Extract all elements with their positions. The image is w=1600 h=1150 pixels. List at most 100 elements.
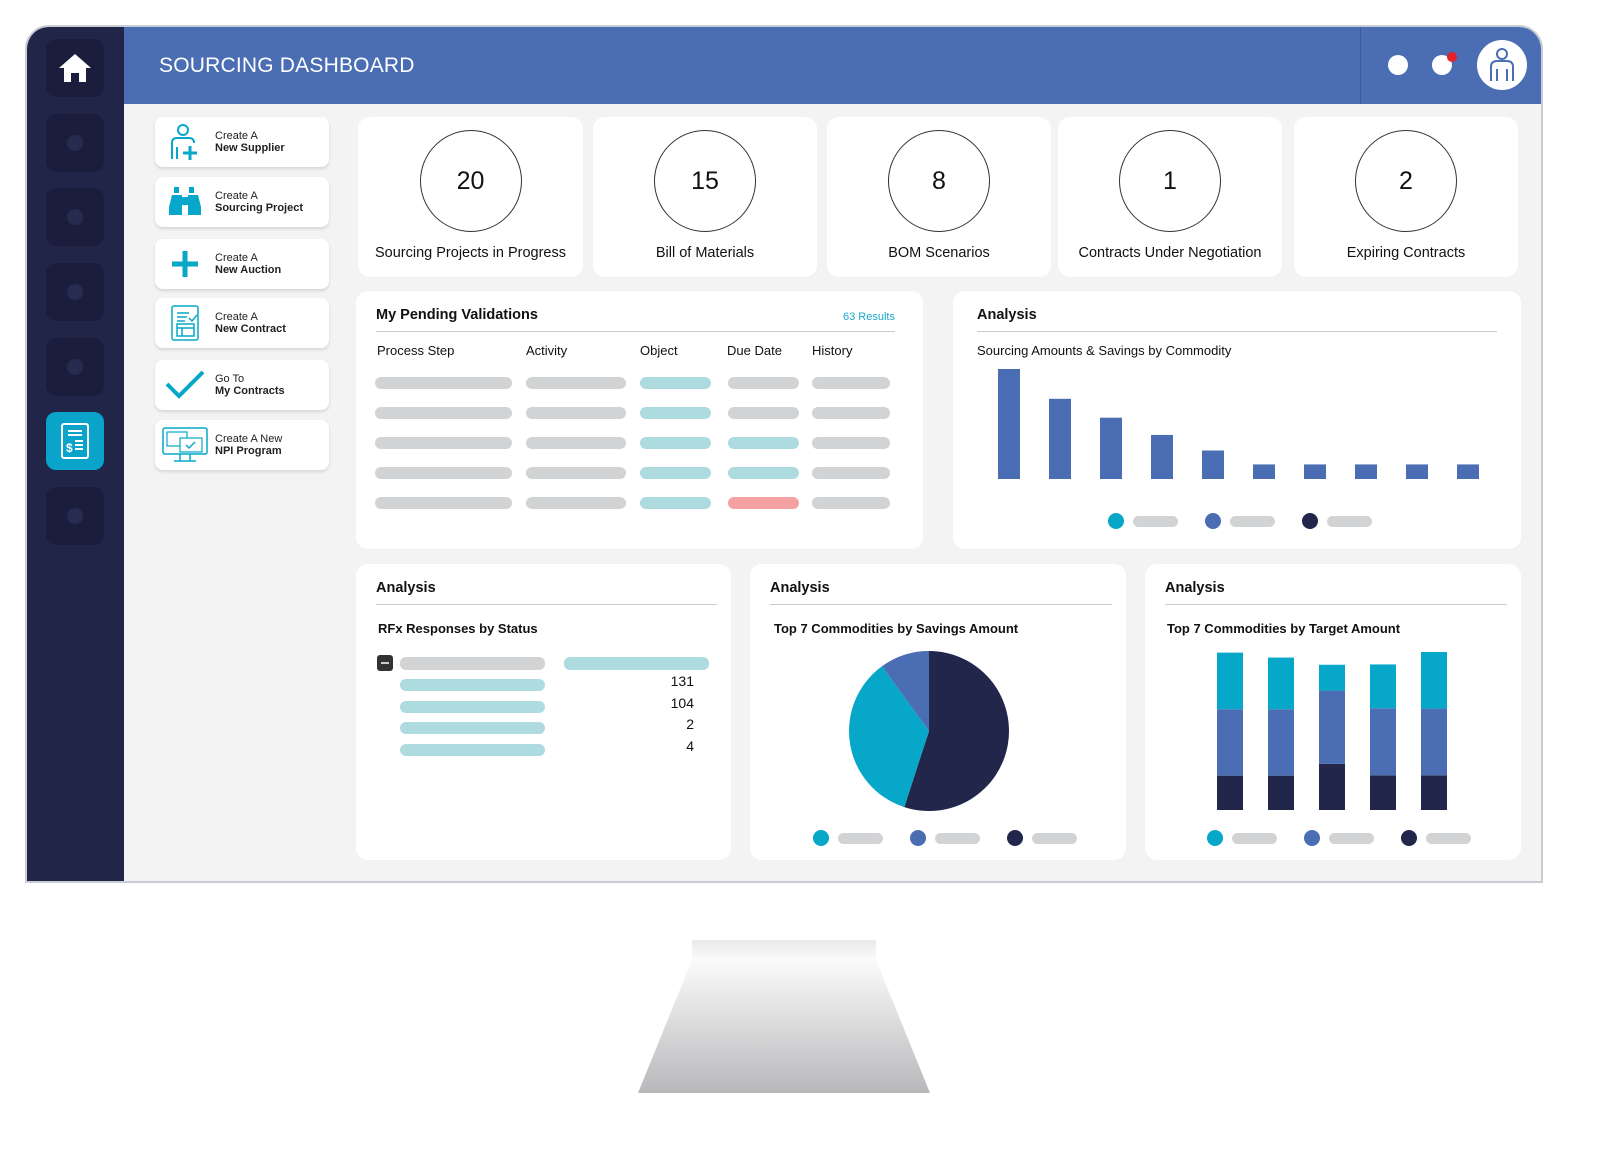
card-title: My Pending Validations [376,307,538,323]
kpi-sourcing-projects[interactable]: 20 Sourcing Projects in Progress [358,117,583,277]
bar[interactable] [1355,464,1377,479]
bar[interactable] [998,369,1020,479]
validation-cell[interactable] [728,467,799,479]
stacked-bar-segment[interactable] [1217,775,1243,810]
validation-cell[interactable] [640,467,711,479]
user-icon [1490,48,1514,81]
validation-cell[interactable] [640,377,711,389]
stacked-bar-segment[interactable] [1268,709,1294,776]
chart-title: Sourcing Amounts & Savings by Commodity [977,343,1232,358]
bar[interactable] [1304,464,1326,479]
column-header[interactable]: Activity [526,343,567,358]
column-header[interactable]: Due Date [727,343,782,358]
kpi-label: Sourcing Projects in Progress [375,245,566,261]
kpi-label: Expiring Contracts [1346,245,1466,261]
validation-cell[interactable] [526,407,626,419]
bar[interactable] [1457,464,1479,479]
stacked-bar-segment[interactable] [1319,763,1345,810]
qa-line2: My Contracts [215,385,285,397]
validation-cell[interactable] [728,377,799,389]
validation-cell[interactable] [812,377,890,389]
validation-cell[interactable] [812,437,890,449]
validation-cell[interactable] [640,407,711,419]
sidebar: $ [27,27,124,881]
validation-cell[interactable] [526,497,626,509]
stacked-bar-segment[interactable] [1370,708,1396,776]
bar[interactable] [1406,464,1428,479]
stacked-bar-segment[interactable] [1421,652,1447,709]
sidebar-item-5[interactable] [46,338,104,396]
create-sourcing-project-button[interactable]: Create A Sourcing Project [155,177,329,227]
validation-cell[interactable] [728,497,799,509]
validation-cell[interactable] [526,377,626,389]
stacked-bar-segment[interactable] [1217,709,1243,776]
card-title: Analysis [770,580,830,596]
stacked-bar-segment[interactable] [1268,775,1294,810]
validation-cell[interactable] [812,497,890,509]
sidebar-item-7[interactable] [46,487,104,545]
validation-cell[interactable] [526,437,626,449]
validation-cell[interactable] [526,467,626,479]
target-amount-card: Analysis Top 7 Commodities by Target Amo… [1145,564,1521,860]
user-avatar[interactable] [1477,40,1527,90]
qa-line1: Create A [215,130,258,142]
card-title: Analysis [977,307,1037,323]
validation-cell[interactable] [728,437,799,449]
header-action-icon[interactable] [1388,55,1408,75]
collapse-toggle[interactable] [377,655,393,671]
sidebar-item-3[interactable] [46,188,104,246]
validation-cell[interactable] [375,497,512,509]
kpi-expiring-contracts[interactable]: 2 Expiring Contracts [1294,117,1518,277]
validation-cell[interactable] [375,437,512,449]
results-count-link[interactable]: 63 Results [843,311,895,323]
bar[interactable] [1049,398,1071,479]
kpi-bill-of-materials[interactable]: 15 Bill of Materials [593,117,817,277]
bar[interactable] [1151,434,1173,479]
validation-cell[interactable] [640,437,711,449]
stacked-bar-segment[interactable] [1421,708,1447,776]
bar[interactable] [1202,450,1224,479]
kpi-label: Bill of Materials [655,245,755,261]
qa-line1: Create A [215,190,258,202]
validation-cell[interactable] [812,407,890,419]
column-header[interactable]: Object [640,343,678,358]
validation-cell[interactable] [375,467,512,479]
validation-cell[interactable] [375,377,512,389]
sidebar-item-invoices[interactable]: $ [46,412,104,470]
stacked-bar-segment[interactable] [1370,775,1396,810]
go-to-contracts-button[interactable]: Go To My Contracts [155,360,329,410]
sidebar-item-2[interactable] [46,114,104,172]
stacked-bar-segment[interactable] [1268,657,1294,710]
qa-line2: New Supplier [215,142,285,154]
kpi-value: 1 [1119,130,1221,232]
stacked-bar-segment[interactable] [1319,664,1345,691]
validation-cell[interactable] [812,467,890,479]
sidebar-item-home[interactable] [46,39,104,97]
validation-cell[interactable] [640,497,711,509]
bar[interactable] [1100,417,1122,479]
stacked-bar-segment[interactable] [1370,664,1396,709]
create-contract-button[interactable]: Create A New Contract [155,298,329,348]
kpi-contracts-negotiation[interactable]: 1 Contracts Under Negotiation [1058,117,1282,277]
rfx-value: 131 [670,673,694,689]
qa-line1: Create A [215,252,258,264]
checkmark-icon [165,370,205,399]
header: SOURCING DASHBOARD [124,27,1541,104]
validation-cell[interactable] [728,407,799,419]
kpi-label: BOM Scenarios [888,245,990,261]
column-header[interactable]: Process Step [377,343,454,358]
validation-cell[interactable] [375,407,512,419]
kpi-bom-scenarios[interactable]: 8 BOM Scenarios [827,117,1051,277]
column-header[interactable]: History [812,343,852,358]
contract-icon [171,305,199,341]
stacked-bar-segment[interactable] [1319,690,1345,764]
sidebar-item-4[interactable] [46,263,104,321]
create-auction-button[interactable]: Create A New Auction [155,239,329,289]
bar[interactable] [1253,464,1275,479]
stacked-bar-segment[interactable] [1217,652,1243,710]
stacked-bar-segment[interactable] [1421,775,1447,810]
create-npi-program-button[interactable]: Create A New NPI Program [155,420,329,470]
create-supplier-button[interactable]: Create A New Supplier [155,117,329,167]
kpi-label: Contracts Under Negotiation [1078,245,1262,261]
qa-line2: Sourcing Project [215,202,304,214]
